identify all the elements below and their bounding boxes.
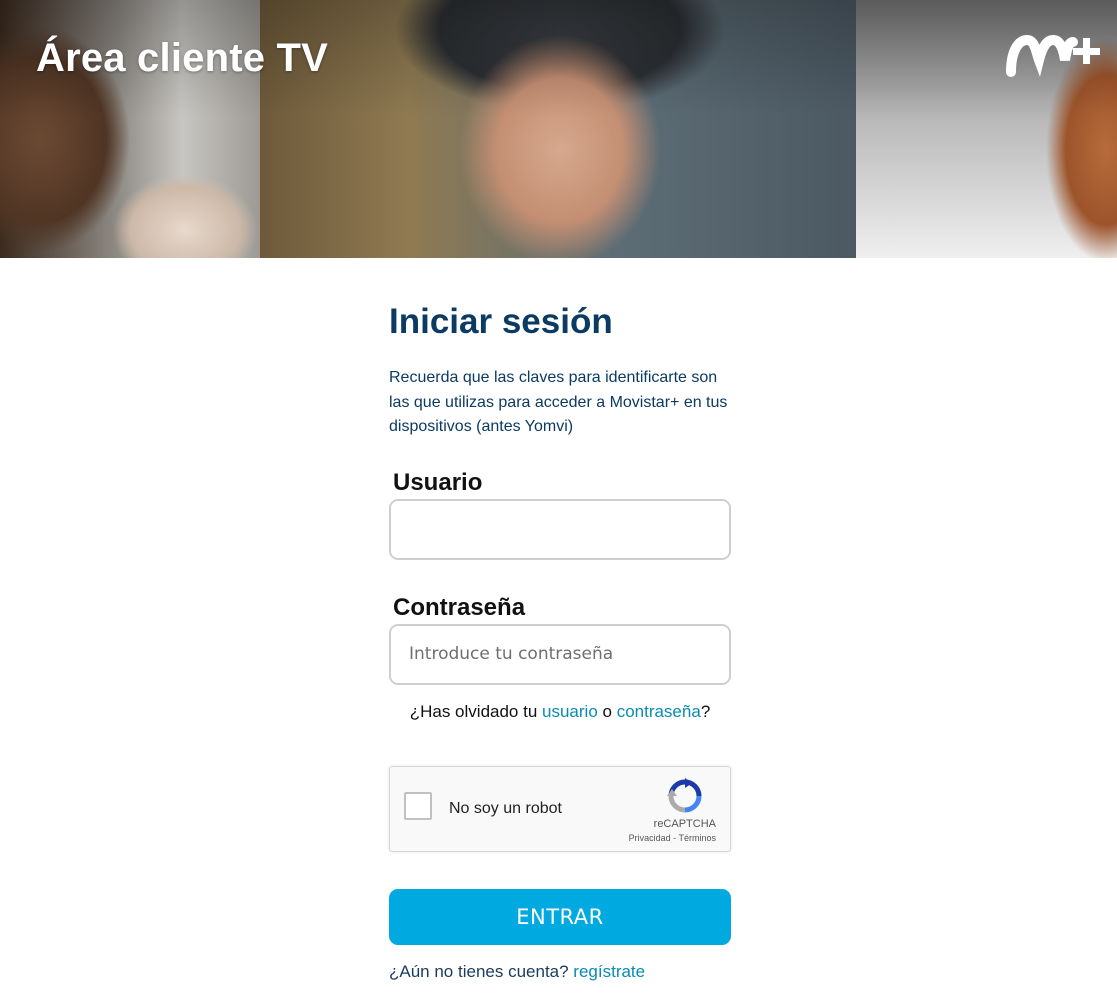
submit-button[interactable]: ENTRAR (389, 888, 731, 945)
username-label: Usuario (393, 468, 483, 496)
recaptcha-icon (667, 777, 702, 812)
password-input[interactable] (389, 623, 731, 685)
hero-banner: Área cliente TV (0, 0, 1117, 258)
password-label: Contraseña (393, 593, 526, 621)
recaptcha-terms-link[interactable]: Términos (678, 833, 716, 843)
forgot-username-link[interactable]: usuario (542, 702, 598, 721)
login-intro: Recuerda que las claves para identificar… (389, 369, 728, 435)
page-title: Área cliente TV (36, 36, 329, 80)
register-prompt: ¿Aún no tienes cuenta? regístrate (389, 961, 731, 983)
recaptcha-label: No soy un robot (449, 799, 562, 817)
recaptcha-links: Privacidad - Términos (629, 833, 716, 843)
forgot-credentials: ¿Has olvidado tu usuario o contraseña? (389, 700, 731, 724)
forgot-suffix: ? (700, 701, 711, 721)
login-form: Iniciar sesión Recuerda que las claves p… (389, 300, 731, 983)
forgot-or: o (597, 701, 617, 721)
recaptcha-privacy-link[interactable]: Privacidad (629, 833, 671, 843)
forgot-password-link[interactable]: contraseña (617, 702, 701, 721)
recaptcha-widget: No soy un robot reCAPTCHA Privacidad - T… (389, 765, 731, 852)
movistar-plus-logo-icon[interactable] (1005, 32, 1103, 78)
username-input[interactable] (389, 498, 731, 560)
forgot-prefix: ¿Has olvidado tu (409, 701, 543, 721)
recaptcha-brand: reCAPTCHA (653, 817, 716, 830)
recaptcha-checkbox[interactable] (404, 791, 432, 820)
register-prefix: ¿Aún no tienes cuenta? (389, 961, 574, 981)
register-link[interactable]: regístrate (573, 962, 645, 981)
login-heading: Iniciar sesión (389, 302, 613, 341)
